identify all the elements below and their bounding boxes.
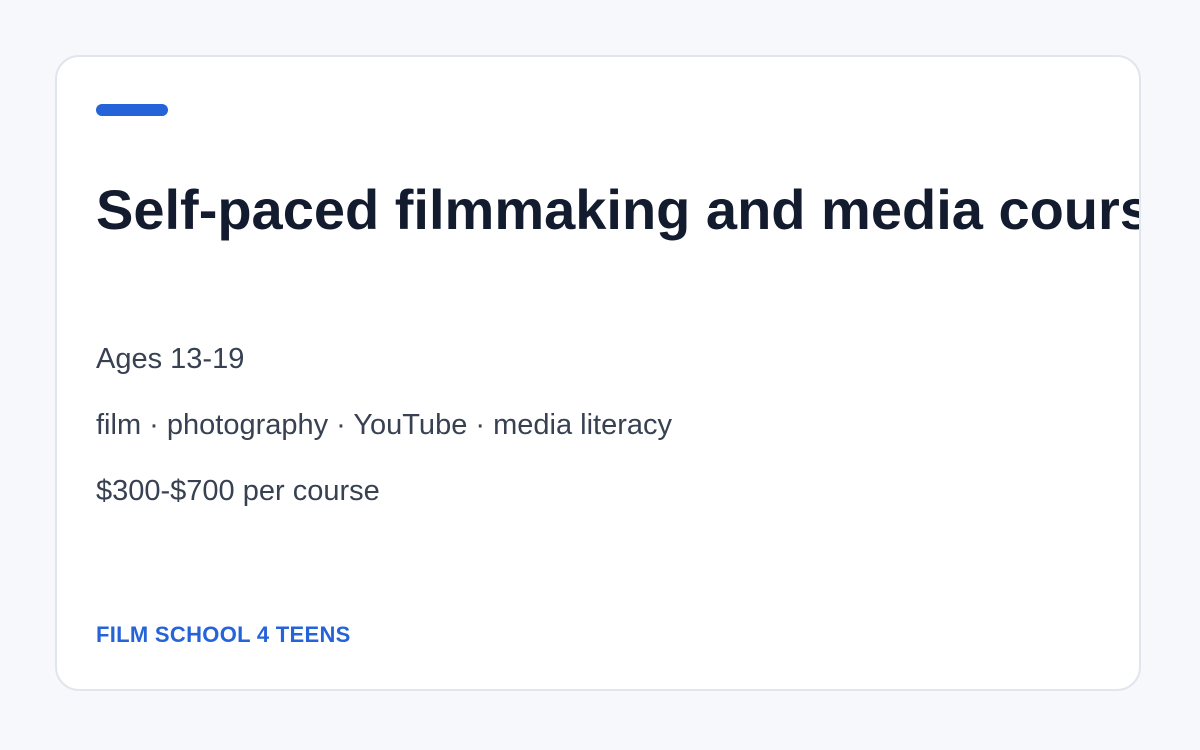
provider-name: FILM SCHOOL 4 TEENS — [96, 622, 351, 647]
course-card: Self-paced filmmaking and media courses … — [55, 55, 1141, 691]
price-range: $300-$700 per course — [96, 475, 380, 507]
topic-list: film · photography · YouTube · media lit… — [96, 409, 672, 441]
course-title: Self-paced filmmaking and media courses — [96, 178, 1141, 241]
age-range: Ages 13-19 — [96, 343, 245, 375]
accent-bar — [96, 104, 168, 116]
